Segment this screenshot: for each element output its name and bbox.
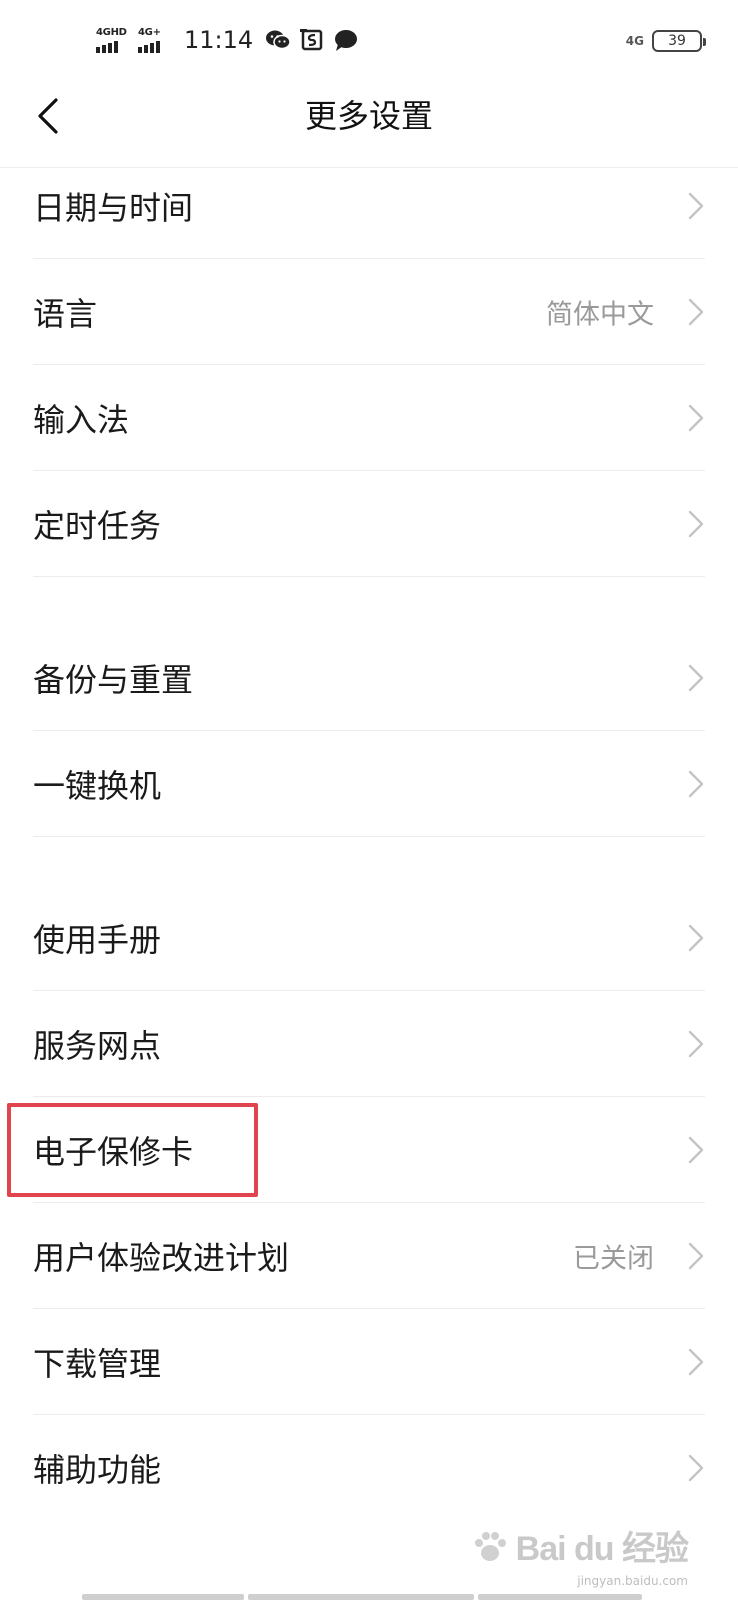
chevron-right-icon — [688, 924, 704, 952]
chevron-right-icon — [688, 192, 704, 219]
divider — [33, 576, 705, 577]
status-bar: 4GHD 4G+ 11:14 4G 39 — [0, 0, 738, 80]
screenshot-icon — [300, 29, 323, 51]
watermark-text: Bai du 经验 — [515, 1530, 689, 1568]
chevron-right-icon — [688, 770, 704, 798]
setting-label: 使用手册 — [33, 921, 162, 959]
setting-label: 语言 — [33, 295, 98, 333]
paw-icon — [474, 1531, 506, 1561]
page-title: 更多设置 — [304, 97, 433, 135]
baidu-watermark: Bai du 经验 jingyan.baidu.com — [470, 1521, 689, 1588]
setting-user-experience-program[interactable]: 用户体验改进计划 已关闭 — [0, 1203, 738, 1309]
chevron-right-icon — [688, 1136, 704, 1164]
setting-user-manual[interactable]: 使用手册 — [0, 885, 738, 991]
setting-label: 电子保修卡 — [33, 1133, 194, 1171]
setting-label: 一键换机 — [33, 767, 162, 805]
chevron-right-icon — [688, 404, 704, 432]
settings-list: 日期与时间 语言 简体中文 输入法 定时任务 备份与重置 一键换机 使用手册 服… — [0, 152, 738, 1521]
setting-accessibility[interactable]: 辅助功能 — [0, 1415, 738, 1521]
setting-download-management[interactable]: 下载管理 — [0, 1309, 738, 1415]
sim1-label: 4GHD — [96, 26, 127, 38]
setting-e-warranty-card[interactable]: 电子保修卡 — [0, 1097, 738, 1203]
status-bar-left: 4GHD 4G+ 11:14 — [96, 24, 359, 56]
status-time: 11:14 — [184, 26, 254, 54]
status-bar-right: 4G 39 — [625, 28, 706, 54]
setting-language[interactable]: 语言 简体中文 — [0, 259, 738, 365]
setting-label: 定时任务 — [33, 507, 162, 545]
battery-icon: 39 — [652, 30, 706, 52]
chevron-right-icon — [688, 298, 704, 326]
setting-input-method[interactable]: 输入法 — [0, 365, 738, 471]
setting-scheduled-tasks[interactable]: 定时任务 — [0, 471, 738, 577]
wechat-icon — [266, 30, 291, 50]
chevron-right-icon — [688, 1030, 704, 1058]
divider — [33, 836, 705, 837]
setting-label: 服务网点 — [33, 1027, 162, 1065]
setting-label: 备份与重置 — [33, 661, 194, 699]
setting-date-time[interactable]: 日期与时间 — [0, 152, 738, 259]
watermark-url: jingyan.baidu.com — [577, 1574, 688, 1588]
setting-backup-reset[interactable]: 备份与重置 — [0, 625, 738, 731]
setting-label: 下载管理 — [33, 1345, 162, 1383]
setting-label: 日期与时间 — [33, 188, 194, 227]
chevron-right-icon — [688, 1242, 704, 1270]
setting-label: 输入法 — [33, 401, 130, 439]
setting-service-outlets[interactable]: 服务网点 — [0, 991, 738, 1097]
chevron-right-icon — [688, 1454, 704, 1482]
setting-label: 辅助功能 — [33, 1451, 162, 1489]
navigation-bar[interactable] — [0, 1592, 738, 1600]
network-type-label: 4G — [625, 34, 644, 48]
battery-level: 39 — [668, 33, 686, 49]
setting-label: 用户体验改进计划 — [33, 1239, 290, 1277]
chevron-right-icon — [688, 510, 704, 538]
message-icon — [335, 30, 358, 51]
chevron-right-icon — [688, 1348, 704, 1376]
setting-value: 简体中文 — [546, 299, 654, 331]
setting-value: 已关闭 — [573, 1243, 654, 1275]
chevron-right-icon — [688, 664, 704, 692]
sim2-label: 4G+ — [138, 26, 161, 38]
setting-phone-clone[interactable]: 一键换机 — [0, 731, 738, 837]
sim1-signal-icon: 4GHD — [96, 26, 130, 53]
sim2-signal-icon: 4G+ — [138, 26, 172, 53]
